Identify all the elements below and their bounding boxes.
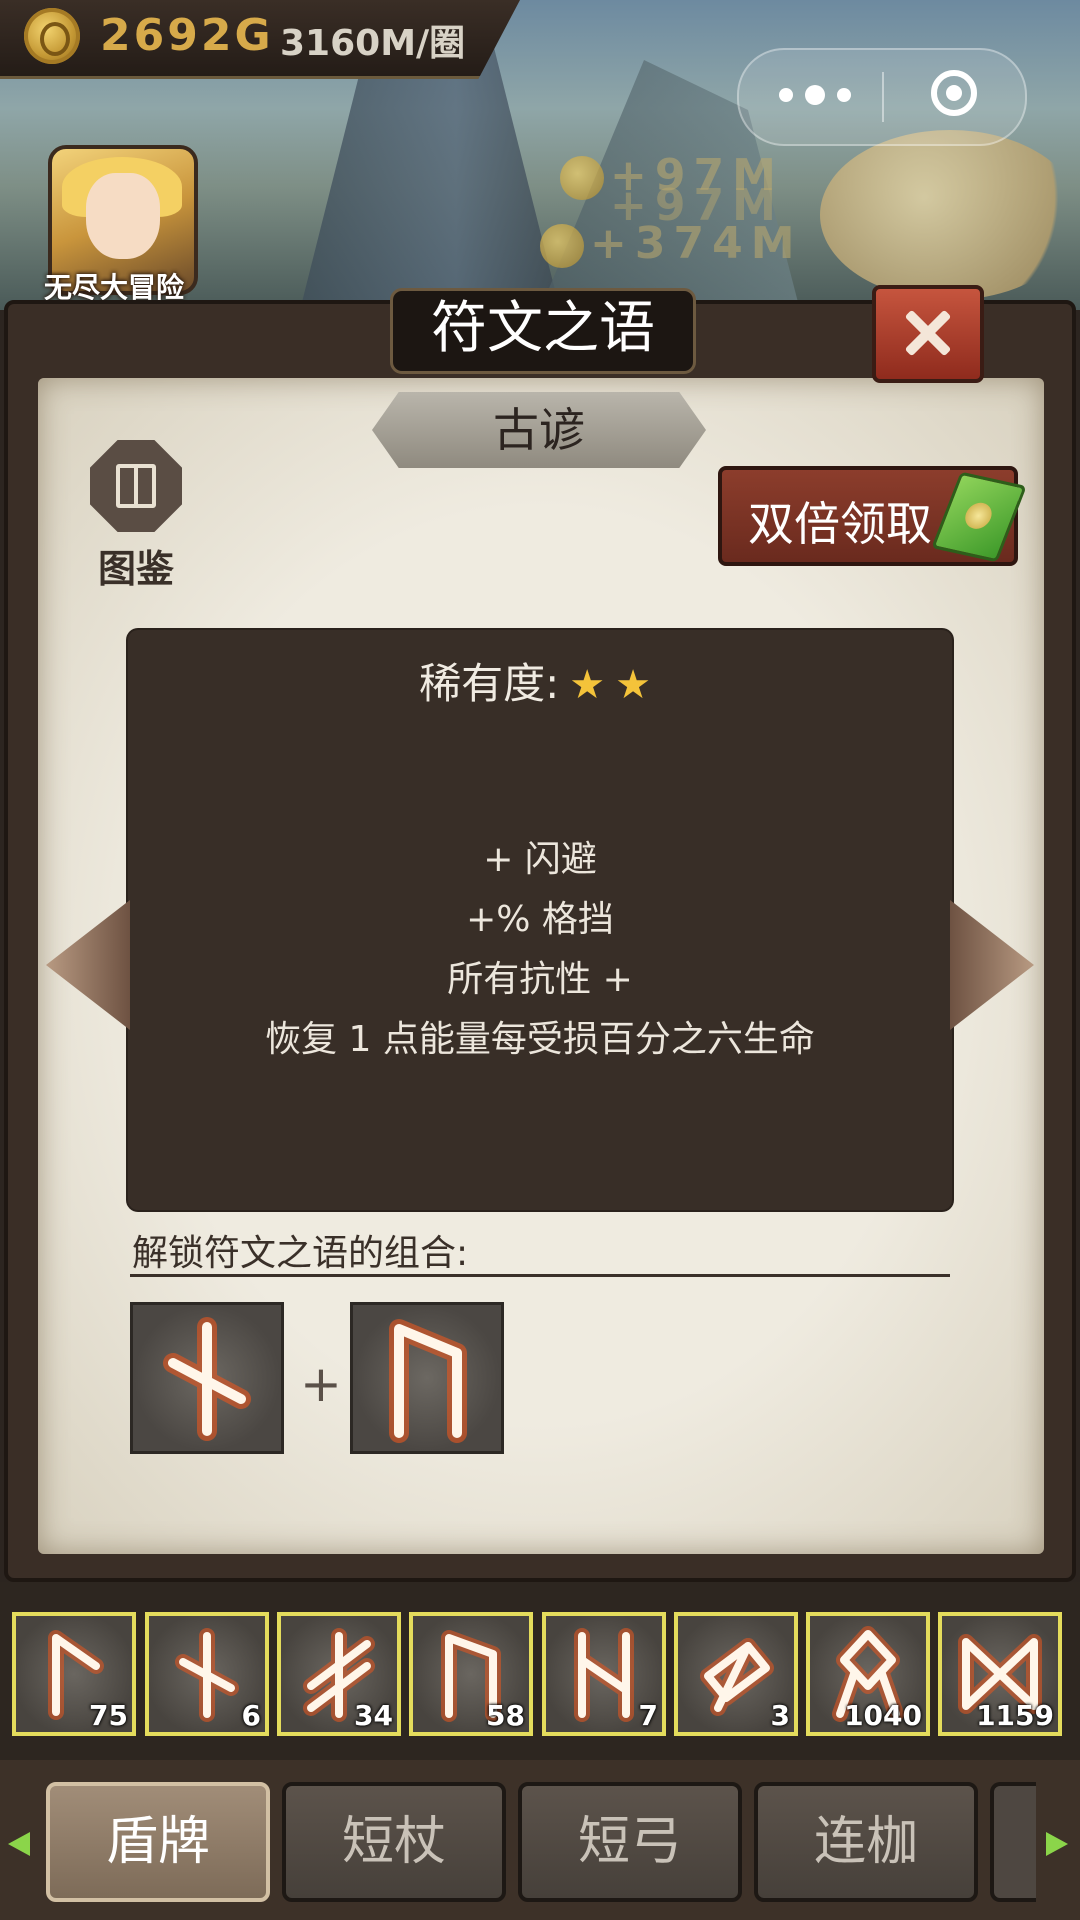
panel-title: 符文之语 [390,288,696,374]
rune-count: 58 [486,1699,525,1732]
tab-scepter[interactable]: 短杖 [282,1782,506,1902]
runeword-info-box: 稀有度: ★★ + 闪避 +% 格挡 所有抗性 + 恢复 1 点能量每受损百分之六… [128,630,952,1210]
star-icon: ★★ [569,662,661,708]
rune-count: 6 [241,1699,261,1732]
double-claim-label: 双倍领取 [748,497,932,551]
close-button[interactable] [872,285,984,383]
gold-coin-icon [540,224,584,268]
capsule-divider [882,72,884,122]
capsule-menu [737,48,1027,146]
combo-plus: + [300,1355,342,1413]
rune-count: 34 [354,1699,393,1732]
tab-flail[interactable]: 连枷 [754,1782,978,1902]
attribute-line: + 闪避 [483,839,597,880]
inventory-rune-slot[interactable]: 7 [542,1612,666,1736]
attribute-list: + 闪避 +% 格挡 所有抗性 + 恢复 1 点能量每受损百分之六生命 [128,830,952,1070]
inventory-rune-slot[interactable]: 75 [12,1612,136,1736]
inventory-rune-slot[interactable]: 6 [145,1612,269,1736]
tab-shield[interactable]: 盾牌 [46,1782,270,1902]
gold-coin-icon [24,8,80,64]
combo-divider [130,1274,950,1277]
tab-scroll-right-icon[interactable] [1046,1832,1068,1856]
attribute-line: +% 格挡 [466,899,614,940]
rune-uruz-icon [389,1319,467,1443]
inventory-rune-slot[interactable]: 3 [674,1612,798,1736]
inventory-rune-slot[interactable]: 34 [277,1612,401,1736]
floating-gain: +374M [540,218,803,269]
rarity-label: 稀有度: [419,659,560,708]
rune-count: 7 [638,1699,658,1732]
rune-count: 1159 [976,1699,1054,1732]
rune-count: 75 [89,1699,128,1732]
attribute-line: 所有抗性 + [447,959,633,1000]
gold-amount: 2692G [100,10,274,61]
rune-count: 3 [770,1699,790,1732]
background-cloud [820,130,1080,300]
inventory-rune-slot[interactable]: 1040 [806,1612,930,1736]
combo-rune-slot[interactable] [350,1302,504,1454]
gold-rate: 3160M/圈 [280,23,466,64]
tab-partial[interactable] [990,1782,1036,1902]
inventory-rune-slot[interactable]: 58 [409,1612,533,1736]
codex-label[interactable]: 图鉴 [86,538,186,593]
target-icon[interactable] [931,70,977,116]
combo-title: 解锁符文之语的组合: [132,1233,469,1274]
attribute-line: 恢复 1 点能量每受损百分之六生命 [265,1019,815,1060]
tab-scroll-left-icon[interactable] [8,1832,30,1856]
runeword-name: 古谚 [493,403,585,457]
rune-count: 1040 [844,1699,922,1732]
combo-rune-slot[interactable] [130,1302,284,1454]
more-dots-icon[interactable] [779,50,879,144]
rune-nauthiz-icon [163,1317,251,1441]
inventory-rune-slot[interactable]: 1159 [938,1612,1062,1736]
tab-short-bow[interactable]: 短弓 [518,1782,742,1902]
rarity-row: 稀有度: ★★ [128,650,952,711]
